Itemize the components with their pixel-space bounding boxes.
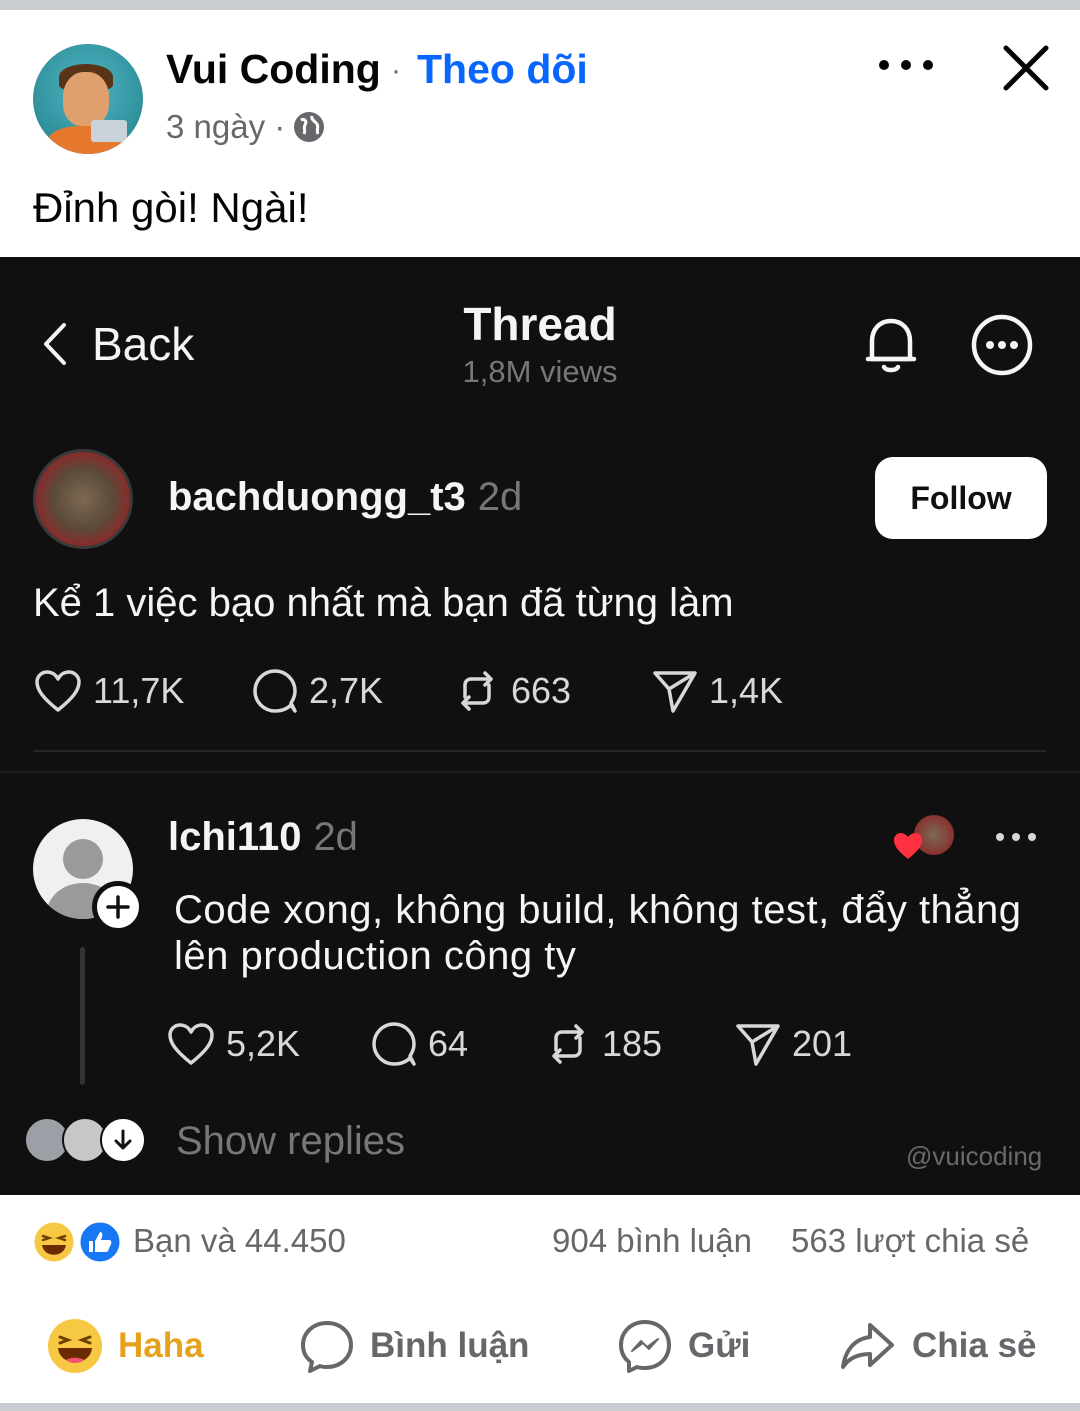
- repost-stat: 185: [544, 1020, 734, 1068]
- thread-screenshot[interactable]: Back Thread 1,8M views bachduongg_t3 2d F…: [0, 257, 1080, 1195]
- like-stat: 11,7K: [33, 668, 251, 714]
- post-age: 2d: [477, 475, 523, 519]
- author-username: bachduongg_t3 2d: [168, 475, 522, 520]
- reply-avatars: [24, 1117, 148, 1165]
- haha-label: Haha: [118, 1326, 204, 1365]
- heart-icon: [168, 1023, 214, 1065]
- username: lchi110: [168, 815, 302, 859]
- haha-icon: [31, 1219, 77, 1265]
- share-count: 201: [792, 1023, 853, 1064]
- repost-stat: 663: [453, 667, 651, 715]
- top-divider: [0, 0, 1080, 10]
- liked-by-author-icon: [892, 813, 962, 863]
- repost-icon: [461, 671, 493, 711]
- post-time[interactable]: 3 ngày ·: [166, 108, 285, 146]
- name-separator: ·: [391, 54, 401, 87]
- repost-icon: [552, 1024, 584, 1064]
- like-stat: 5,2K: [166, 1021, 370, 1067]
- repost-count: 663: [511, 670, 572, 711]
- show-replies: Show replies: [176, 1119, 406, 1163]
- comment-count: 64: [428, 1023, 469, 1064]
- comment-count: 2,7K: [309, 670, 384, 711]
- share-count-link[interactable]: 563 lượt chia sẻ: [791, 1222, 1029, 1260]
- post-stats: 11,7K 2,7K 663 1,4K: [33, 667, 783, 715]
- more-icon: [996, 833, 1036, 841]
- page-name[interactable]: Vui Coding: [166, 46, 381, 93]
- page-avatar[interactable]: [33, 44, 143, 154]
- comment-button[interactable]: Bình luận: [298, 1300, 529, 1392]
- thread-post-text: Kể 1 việc bạo nhất mà bạn đã từng làm: [33, 581, 734, 625]
- share-label: Chia sẻ: [912, 1326, 1037, 1365]
- arrow-down-icon: [114, 1129, 132, 1150]
- thread-line: [80, 947, 85, 1085]
- more-circle-icon: [971, 314, 1033, 376]
- plus-icon: [92, 881, 144, 933]
- comment-label: Bình luận: [370, 1326, 530, 1365]
- bottom-divider: [0, 1403, 1080, 1411]
- comment-stat: 2,7K: [251, 667, 453, 715]
- like-count: 11,7K: [93, 670, 185, 711]
- globe-icon: [294, 112, 324, 142]
- close-icon[interactable]: [998, 40, 1054, 96]
- divider: [33, 750, 1046, 752]
- post-caption: Đỉnh gòi! Ngài!: [33, 184, 309, 231]
- more-icon[interactable]: [876, 50, 936, 80]
- heart-icon: [35, 670, 81, 712]
- comment-icon: [253, 669, 297, 713]
- haha-icon: [48, 1319, 102, 1373]
- send-label: Gửi: [688, 1326, 751, 1365]
- haha-button[interactable]: Haha: [46, 1300, 204, 1392]
- reaction-icons[interactable]: [30, 1218, 126, 1266]
- reply-age: 2d: [313, 815, 358, 859]
- share-stat: 1,4K: [651, 667, 783, 715]
- username: bachduongg_t3: [168, 475, 466, 519]
- thread-follow-button: Follow: [875, 457, 1047, 539]
- reply-stats: 5,2K 64 185 201: [166, 1020, 852, 1068]
- share-icon: [841, 1323, 894, 1369]
- comment-count-link[interactable]: 904 bình luận: [552, 1222, 752, 1260]
- follow-link[interactable]: Theo dõi: [417, 46, 588, 93]
- send-button[interactable]: Gửi: [616, 1300, 750, 1392]
- action-bar: Haha Bình luận Gửi Chia sẻ: [0, 1300, 1080, 1392]
- author-avatar: [33, 449, 133, 549]
- send-icon: [736, 1024, 780, 1066]
- send-icon: [653, 671, 697, 713]
- share-stat: 201: [734, 1020, 852, 1068]
- divider: [0, 771, 1080, 773]
- share-count: 1,4K: [709, 670, 784, 711]
- messenger-icon: [619, 1320, 671, 1373]
- comment-stat: 64: [370, 1020, 544, 1068]
- watermark: @vuicoding: [906, 1141, 1043, 1171]
- bell-icon: [865, 318, 917, 373]
- reply-username: lchi110 2d: [168, 815, 358, 860]
- like-count: 5,2K: [226, 1023, 301, 1064]
- comment-icon: [301, 1321, 353, 1373]
- like-icon: [77, 1219, 123, 1265]
- reply-text: Code xong, không build, không test, đẩy …: [174, 888, 1022, 978]
- share-button[interactable]: Chia sẻ: [838, 1300, 1037, 1392]
- repost-count: 185: [602, 1023, 663, 1064]
- comment-icon: [372, 1022, 416, 1066]
- reaction-count[interactable]: Bạn và 44.450: [133, 1222, 346, 1260]
